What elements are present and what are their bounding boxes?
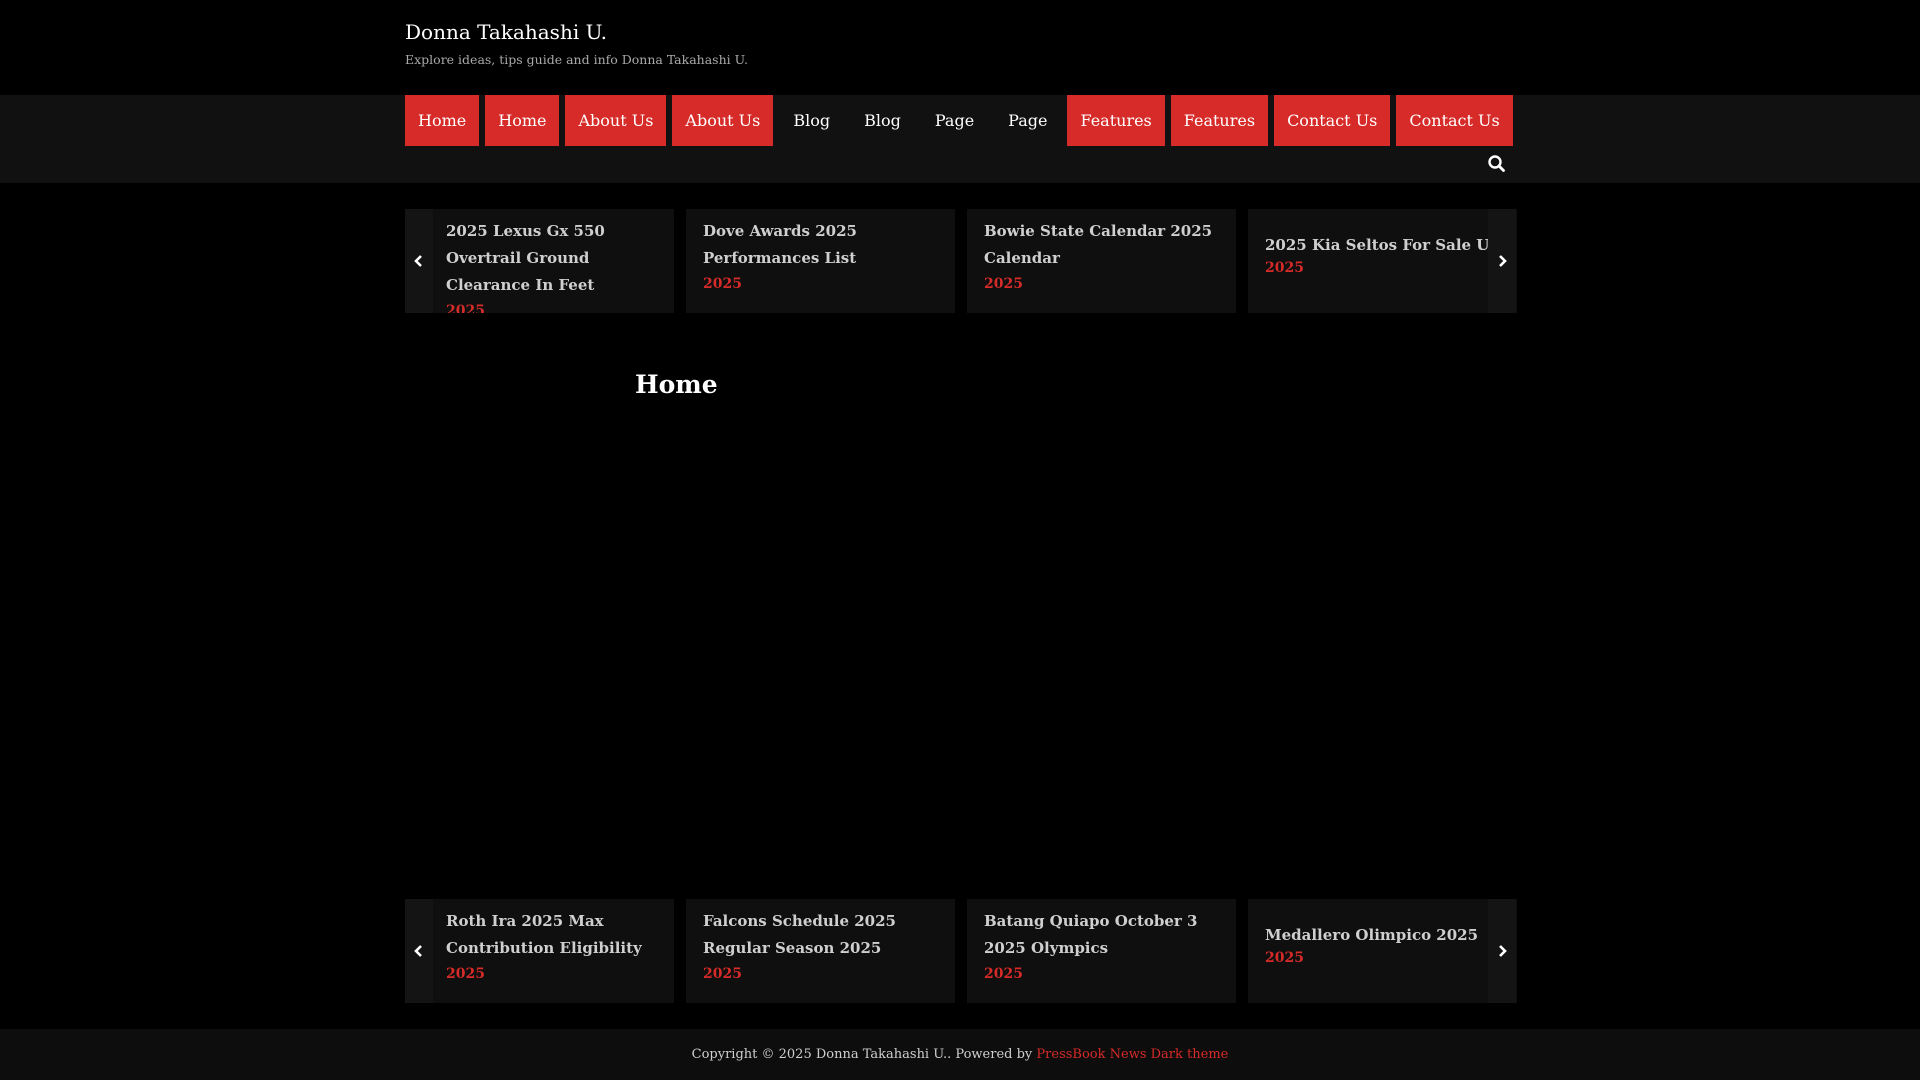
card-year: 2025 [1265,260,1304,276]
site-description: Explore ideas, tips guide and info Donna… [405,52,748,67]
carousel-next-button[interactable] [1488,899,1516,1003]
nav-item-blog[interactable]: Blog [850,95,915,146]
carousel-card[interactable]: 2025 Lexus Gx 550 Overtrail Ground Clear… [405,209,674,313]
nav-item-about-us[interactable]: About Us [672,95,774,146]
nav-item-contact-us[interactable]: Contact Us [1274,95,1391,146]
card-title[interactable]: 2025 Kia Seltos For Sale Uk [1265,209,1517,259]
nav-item-blog[interactable]: Blog [779,95,844,146]
site-header: Donna Takahashi U. Explore ideas, tips g… [0,0,1920,95]
nav-item-home[interactable]: Home [485,95,560,146]
card-year: 2025 [703,276,742,292]
nav-item-page[interactable]: Page [921,95,988,146]
page-title: Home [635,370,718,399]
card-year: 2025 [446,303,485,313]
theme-link[interactable]: PressBook News Dark theme [1036,1047,1228,1062]
card-title[interactable]: Bowie State Calendar 2025 Calendar [984,209,1236,272]
site-title[interactable]: Donna Takahashi U. [405,20,607,44]
chevron-left-icon [414,255,422,267]
chevron-right-icon [1499,945,1507,957]
carousel-card[interactable]: Bowie State Calendar 2025 Calendar 2025 [967,209,1236,313]
nav-menu: Home Home About Us About Us Blog Blog Pa… [405,95,1513,146]
nav-item-features[interactable]: Features [1170,95,1269,146]
card-title[interactable]: 2025 Lexus Gx 550 Overtrail Ground Clear… [446,209,674,299]
card-year: 2025 [703,966,742,982]
chevron-right-icon [1499,255,1507,267]
carousel-prev-button[interactable] [405,899,433,1003]
carousel-card[interactable]: Batang Quiapo October 3 2025 Olympics 20… [967,899,1236,1003]
card-title[interactable]: Medallero Olimpico 2025 [1265,899,1517,949]
bottom-carousel: Roth Ira 2025 Max Contribution Eligibili… [405,899,1517,1003]
carousel-prev-button[interactable] [405,209,433,313]
main-navigation: Home Home About Us About Us Blog Blog Pa… [0,95,1920,183]
carousel-card[interactable]: 2025 Kia Seltos For Sale Uk 2025 [1248,209,1517,313]
chevron-left-icon [414,945,422,957]
card-year: 2025 [984,276,1023,292]
top-carousel: 2025 Lexus Gx 550 Overtrail Ground Clear… [405,209,1517,313]
site-footer: Copyright © 2025 Donna Takahashi U.. Pow… [0,1029,1920,1080]
nav-item-home[interactable]: Home [405,95,480,146]
nav-item-contact-us[interactable]: Contact Us [1396,95,1513,146]
search-icon [1488,155,1505,172]
carousel-card[interactable]: Dove Awards 2025 Performances List 2025 [686,209,955,313]
nav-item-about-us[interactable]: About Us [565,95,667,146]
carousel-card[interactable]: Falcons Schedule 2025 Regular Season 202… [686,899,955,1003]
carousel-card[interactable]: Medallero Olimpico 2025 2025 [1248,899,1517,1003]
card-year: 2025 [446,966,485,982]
carousel-next-button[interactable] [1488,209,1516,313]
nav-item-page[interactable]: Page [994,95,1061,146]
search-button[interactable] [1484,151,1510,177]
card-title[interactable]: Roth Ira 2025 Max Contribution Eligibili… [446,899,674,962]
nav-item-features[interactable]: Features [1067,95,1165,146]
card-year: 2025 [1265,950,1304,966]
card-year: 2025 [984,966,1023,982]
carousel-card[interactable]: Roth Ira 2025 Max Contribution Eligibili… [405,899,674,1003]
card-title[interactable]: Batang Quiapo October 3 2025 Olympics [984,899,1236,962]
footer-copyright: Copyright © 2025 Donna Takahashi U.. Pow… [691,1047,1037,1062]
card-title[interactable]: Dove Awards 2025 Performances List [703,209,955,272]
card-title[interactable]: Falcons Schedule 2025 Regular Season 202… [703,899,955,962]
